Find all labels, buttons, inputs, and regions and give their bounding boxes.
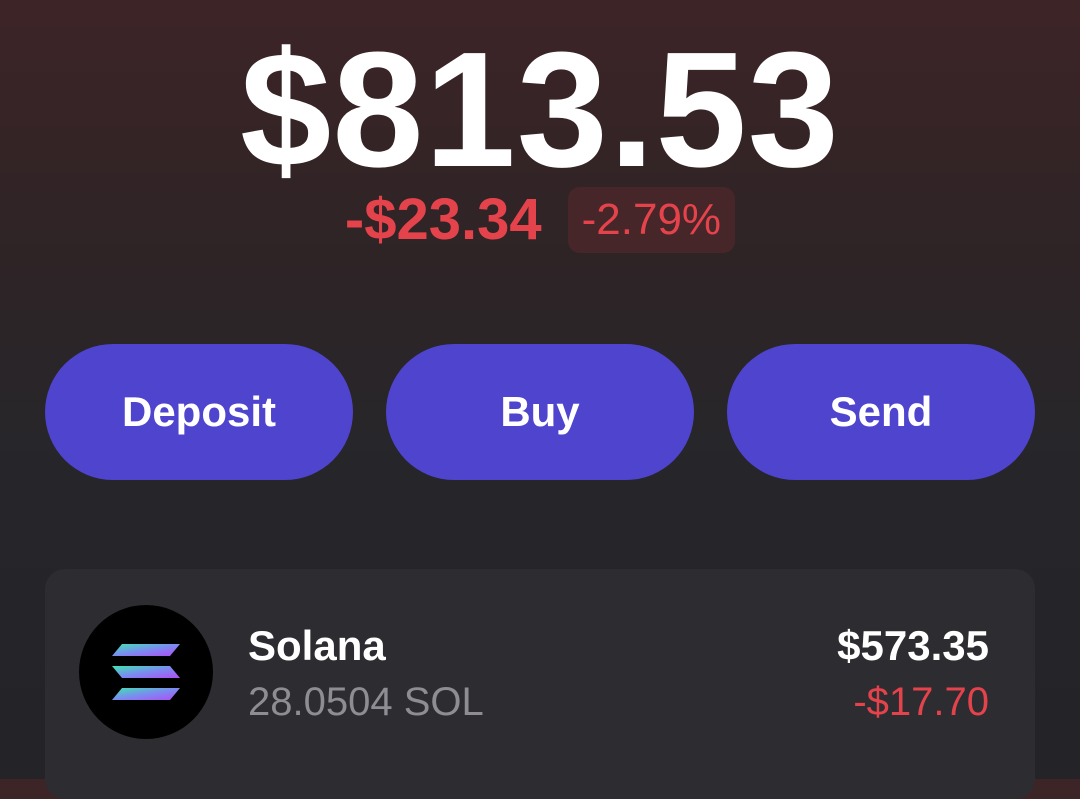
solana-logo-icon (112, 644, 180, 700)
send-button[interactable]: Send (727, 344, 1035, 480)
portfolio-change-amount: -$23.34 (344, 187, 542, 252)
portfolio-change-row: -$23.34 -2.79% (0, 186, 1080, 254)
token-value: $573.35 (837, 622, 989, 669)
portfolio-change-percent-badge: -2.79% (567, 187, 736, 253)
solana-logo-icon (79, 605, 213, 739)
action-buttons: Deposit Buy Send (45, 344, 1035, 480)
deposit-button[interactable]: Deposit (45, 344, 353, 480)
token-row-solana[interactable]: Solana 28.0504 SOL $573.35 -$17.70 (45, 569, 1035, 799)
token-change: -$17.70 (853, 680, 989, 724)
portfolio-balance: $813.53 (240, 18, 840, 201)
buy-button[interactable]: Buy (386, 344, 694, 480)
token-name: Solana (248, 622, 386, 669)
token-amount: 28.0504 SOL (248, 680, 484, 724)
